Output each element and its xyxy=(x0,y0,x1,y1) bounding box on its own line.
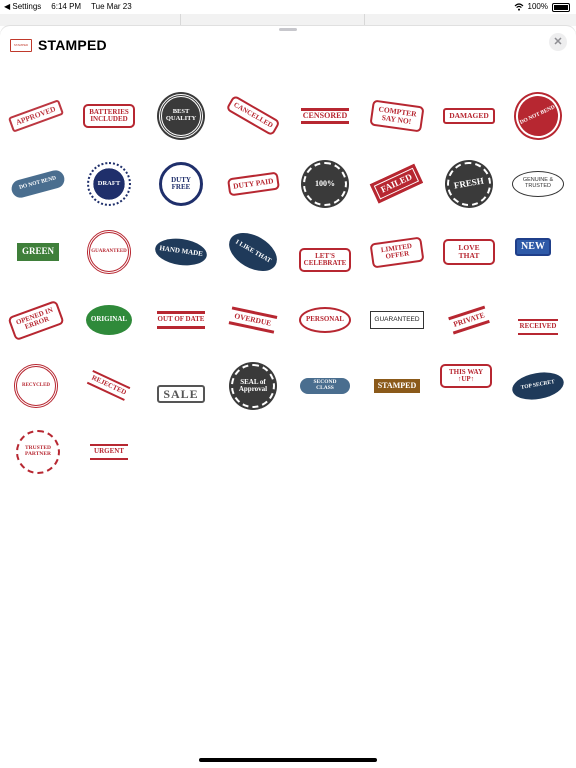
sticker-best-quality[interactable]: BEST QUALITY xyxy=(151,90,211,142)
sticker-i-like-that[interactable]: I LIKE THAT xyxy=(222,225,284,279)
sticker-batteries-included[interactable]: BATTERIES INCLUDED xyxy=(79,90,139,142)
sticker-top-secret[interactable]: TOP SECRET xyxy=(508,360,568,412)
sticker-do-not-bend-blue[interactable]: DO NOT BEND xyxy=(8,158,68,210)
sticker-draft[interactable]: DRAFT xyxy=(79,158,139,210)
sticker-this-way-up[interactable]: THIS WAY ↑UP↑ xyxy=(436,350,496,402)
sticker-guaranteed-round[interactable]: GUARANTEED xyxy=(79,226,139,278)
sticker-love-that[interactable]: LOVE THAT xyxy=(439,226,499,278)
battery-percentage: 100% xyxy=(527,2,548,11)
sticker-urgent[interactable]: URGENT xyxy=(79,426,139,478)
sticker-sale[interactable]: SALE xyxy=(151,368,211,420)
home-indicator[interactable] xyxy=(199,758,377,762)
sticker-original[interactable]: ORIGINAL xyxy=(79,294,139,346)
sticker-limited-offer[interactable]: LIMITED OFFER xyxy=(367,226,427,278)
sticker-opened-in-error[interactable]: OPENED IN ERROR xyxy=(6,294,66,346)
wifi-icon xyxy=(514,3,523,11)
sticker-rejected[interactable]: REJECTED xyxy=(79,360,139,412)
status-time: 6:14 PM xyxy=(51,2,82,11)
sticker-seal-of-approval[interactable]: SEAL of Approval xyxy=(223,360,283,412)
sticker-trusted-partner[interactable]: TRUSTED PARTNER xyxy=(8,426,68,478)
sticker-duty-free[interactable]: DUTY FREE xyxy=(151,158,211,210)
sticker-recycled[interactable]: RECYCLED xyxy=(6,360,66,412)
sticker-sheet: STAMPED STAMPED ✕ APPROVED BATTERIES INC… xyxy=(0,26,576,768)
sticker-100-percent[interactable]: 100% xyxy=(295,158,355,210)
sticker-received[interactable]: RECEIVED xyxy=(508,301,568,353)
battery-icon xyxy=(552,2,570,12)
app-icon: STAMPED xyxy=(10,38,32,52)
sticker-duty-paid[interactable]: DUTY PAID xyxy=(223,158,283,210)
sticker-new[interactable]: NEW xyxy=(503,221,563,273)
sheet-grabber[interactable] xyxy=(279,28,297,31)
sticker-guaranteed-premium[interactable]: GUARANTEED xyxy=(367,294,427,346)
sticker-genuine-trusted[interactable]: GENUINE & TRUSTED xyxy=(508,158,568,210)
status-bar: ◀ Settings 6:14 PM Tue Mar 23 100% xyxy=(0,0,576,14)
sticker-overdue[interactable]: OVERDUE xyxy=(223,294,283,346)
sticker-second-class[interactable]: SECOND CLASS xyxy=(295,360,355,412)
sticker-failed[interactable]: FAILED xyxy=(367,158,427,210)
sticker-compter-say-no[interactable]: COMPTER SAY NO! xyxy=(367,90,427,142)
sticker-damaged[interactable]: DAMAGED xyxy=(439,90,499,142)
back-to-settings-link[interactable]: ◀ Settings xyxy=(4,0,41,14)
sticker-stamped[interactable]: STAMPED xyxy=(367,360,427,412)
sticker-cancelled[interactable]: CANCELLED xyxy=(223,90,283,142)
sticker-lets-celebrate[interactable]: LET'S CELEBRATE xyxy=(295,234,355,286)
sheet-title: STAMPED xyxy=(38,37,107,53)
sticker-private[interactable]: PRIVATE xyxy=(439,294,499,346)
sticker-personal[interactable]: PERSONAL xyxy=(295,294,355,346)
sticker-hand-made[interactable]: HAND MADE xyxy=(151,226,211,278)
status-date: Tue Mar 23 xyxy=(91,2,132,11)
sticker-do-not-bend[interactable]: DO NOT BEND xyxy=(508,86,568,146)
background-window xyxy=(0,14,576,26)
sticker-out-of-date[interactable]: OUT OF DATE xyxy=(151,294,211,346)
sheet-header: STAMPED STAMPED xyxy=(10,35,107,55)
sticker-fresh[interactable]: FRESH xyxy=(439,158,499,210)
sticker-censored[interactable]: CENSORED xyxy=(295,90,355,142)
close-button[interactable]: ✕ xyxy=(549,33,567,51)
sticker-approved[interactable]: APPROVED xyxy=(6,90,66,142)
sticker-green[interactable]: GREEN xyxy=(8,226,68,278)
